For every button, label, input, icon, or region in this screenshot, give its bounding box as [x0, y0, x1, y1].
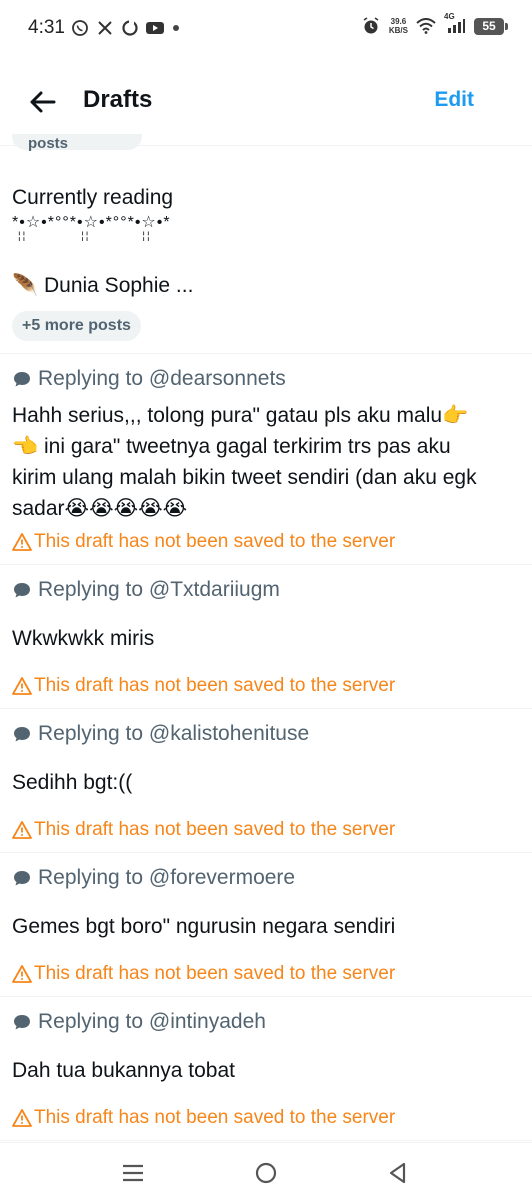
battery-icon: 55 — [474, 17, 508, 35]
unsaved-warning: This draft has not been saved to the ser… — [12, 675, 395, 697]
status-time: 4:31 — [28, 17, 65, 38]
more-posts-chip-clipped[interactable]: +4 more posts — [12, 134, 142, 158]
speech-bubble-icon — [14, 372, 30, 387]
draft-text: Hahh serius,,, tolong pura" gatau pls ak… — [12, 404, 477, 520]
x-logo-icon — [95, 18, 115, 38]
wifi-icon — [416, 16, 436, 36]
system-icons: 39.6 KB/S 4G 55 — [361, 12, 508, 36]
arrow-left-icon — [30, 91, 56, 113]
speech-bubble-icon — [14, 1015, 30, 1030]
youtube-icon — [145, 18, 165, 38]
back-button[interactable] — [22, 82, 62, 122]
draft-text: Wkwkwkk miris — [12, 627, 155, 650]
draft-text: Gemes bgt boro" ngurusin negara sendiri — [12, 915, 396, 938]
unsaved-warning-label: This draft has not been saved to the ser… — [34, 1107, 396, 1128]
network-speed: 39.6 KB/S — [389, 17, 408, 35]
unsaved-warning-label: This draft has not been saved to the ser… — [34, 675, 396, 696]
reply-context-label: Replying to @forevermoere — [38, 866, 296, 889]
warning-triangle-icon — [12, 677, 32, 695]
draft-item[interactable]: Currently reading *•☆•*°°*•☆•*°°*•☆•* ¦¦… — [0, 170, 532, 354]
reply-context: Replying to @forevermoere — [12, 866, 295, 890]
unsaved-warning-label: This draft has not been saved to the ser… — [34, 819, 396, 840]
more-posts-chip-label: +4 more posts — [12, 134, 142, 152]
unsaved-warning-label: This draft has not been saved to the ser… — [34, 531, 396, 552]
decoration-dangles: ¦¦ ¦¦ ¦¦ — [18, 231, 152, 242]
warning-triangle-icon — [12, 1109, 32, 1127]
draft-text-body: 🪶 Dunia Sophie ... — [12, 274, 194, 297]
menu-lines-icon — [123, 1164, 143, 1182]
warning-triangle-icon — [12, 533, 32, 551]
reply-context-label: Replying to @Txtdariiugm — [38, 578, 280, 601]
network-speed-value: 39.6 — [390, 17, 407, 26]
draft-item[interactable]: Replying to @Txtdariiugm Wkwkwkk miris T… — [0, 565, 532, 709]
draft-item[interactable]: Replying to @dearsonnets Hahh serius,,, … — [0, 354, 532, 565]
edit-button[interactable]: Edit — [434, 88, 474, 112]
system-navigation-bar — [0, 1142, 532, 1200]
reply-context: Replying to @intinyadeh — [12, 1010, 266, 1034]
unsaved-warning: This draft has not been saved to the ser… — [12, 1107, 395, 1129]
more-notifications-dot-icon — [173, 25, 179, 31]
reply-context: Replying to @Txtdariiugm — [12, 578, 280, 602]
warning-triangle-icon — [12, 965, 32, 983]
notification-icons — [70, 18, 179, 38]
speech-bubble-icon — [14, 583, 30, 598]
draft-item[interactable]: Replying to @kalistohenituse Sedihh bgt:… — [0, 709, 532, 853]
reply-context: Replying to @kalistohenituse — [12, 722, 309, 746]
unsaved-warning: This draft has not been saved to the ser… — [12, 819, 395, 841]
triangle-back-icon — [389, 1162, 406, 1184]
warning-triangle-icon — [12, 821, 32, 839]
speech-bubble-icon — [14, 871, 30, 886]
draft-text: Sedihh bgt:(( — [12, 771, 133, 794]
unsaved-warning-label: This draft has not been saved to the ser… — [34, 963, 396, 984]
circle-icon — [255, 1162, 277, 1184]
network-speed-unit: KB/S — [388, 26, 408, 35]
network-type-label: 4G — [444, 12, 455, 21]
reply-context-label: Replying to @kalistohenituse — [38, 722, 310, 745]
draft-item[interactable]: Replying to @intinyadeh Dah tua bukannya… — [0, 997, 532, 1141]
more-posts-chip[interactable]: +5 more posts — [12, 311, 141, 341]
system-back-button[interactable] — [380, 1155, 416, 1191]
reply-context: Replying to @dearsonnets — [12, 367, 286, 391]
draft-item[interactable]: Replying to @forevermoere Gemes bgt boro… — [0, 853, 532, 997]
unsaved-warning: This draft has not been saved to the ser… — [12, 963, 395, 985]
page-title: Drafts — [83, 86, 153, 113]
draft-text: Dah tua bukannya tobat — [12, 1059, 236, 1082]
alarm-icon — [361, 16, 381, 36]
unsaved-warning: This draft has not been saved to the ser… — [12, 531, 395, 553]
top-app-bar: Drafts Edit — [0, 58, 532, 146]
recent-apps-button[interactable] — [115, 1155, 151, 1191]
home-button[interactable] — [248, 1155, 284, 1191]
speech-bubble-icon — [14, 727, 30, 742]
cellular-signal-icon: 4G — [444, 12, 466, 36]
sync-app-icon — [120, 18, 140, 38]
reply-context-label: Replying to @dearsonnets — [38, 367, 286, 390]
reply-context-label: Replying to @intinyadeh — [38, 1010, 266, 1033]
status-bar: 4:31 39.6 KB/S 4G 55 — [0, 0, 532, 58]
draft-text-title: Currently reading — [12, 186, 174, 209]
whatsapp-icon — [70, 18, 90, 38]
